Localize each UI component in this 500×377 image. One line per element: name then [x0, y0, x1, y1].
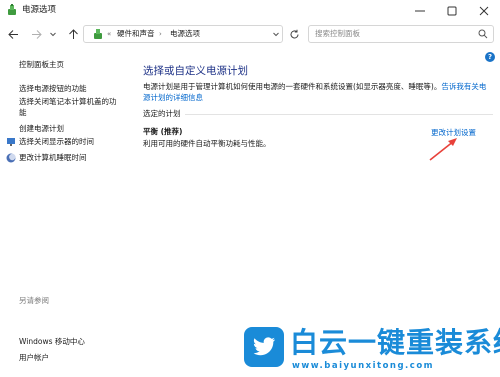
power-options-icon — [94, 29, 102, 39]
minimize-icon — [415, 10, 425, 12]
sidebar-item-display-off[interactable]: 选择关闭显示器的时间 — [19, 136, 94, 147]
up-button[interactable] — [66, 27, 80, 41]
search-input[interactable]: 搜索控制面板 — [308, 25, 494, 43]
sidebar-item-create-plan[interactable]: 创建电源计划 — [19, 123, 64, 134]
watermark-title: 白云一键重装系统 — [290, 326, 500, 359]
forward-button[interactable] — [29, 27, 43, 41]
arrow-up-icon — [68, 28, 78, 39]
refresh-button[interactable] — [287, 27, 301, 41]
power-options-app-icon — [8, 4, 16, 15]
navigation-bar: « 硬件和声音 › 电源选项 搜索控制面板 — [0, 22, 500, 48]
plan-description: 利用可用的硬件自动平衡功耗与性能。 — [143, 139, 271, 148]
sidebar-item-sleep-time[interactable]: 更改计算机睡眠时间 — [19, 152, 87, 163]
sleep-moon-icon — [6, 153, 16, 163]
see-also-user-accounts[interactable]: 用户帐户 — [19, 352, 49, 363]
see-also-heading: 另请参阅 — [19, 296, 49, 305]
refresh-icon — [290, 29, 298, 38]
watermark: 白云一键重装系统 www.baiyunxitong.com — [244, 325, 500, 377]
address-bar[interactable]: « 硬件和声音 › 电源选项 — [83, 25, 283, 43]
back-button[interactable] — [6, 27, 20, 41]
arrow-right-icon — [31, 29, 42, 39]
breadcrumb-hardware-and-sound[interactable]: 硬件和声音 — [117, 28, 155, 40]
section-label: 选定的计划 — [143, 108, 185, 119]
title-bar: 电源选项 — [0, 0, 500, 22]
power-options-window: 电源选项 « 硬件和声音 › 电源选项 搜索控制面板 ? 控制面板主页 选择电源… — [0, 0, 500, 377]
breadcrumb-overflow[interactable]: « — [107, 28, 111, 40]
selected-plan-section: 选定的计划 — [143, 108, 493, 119]
sidebar-item-lid-close[interactable]: 选择关闭笔记本计算机盖的功 — [19, 96, 117, 107]
page-description: 电源计划是用于管理计算机如何使用电源的一套硬件和系统设置(如显示器亮度、睡眠等)… — [143, 81, 493, 103]
twitter-bird-logo-icon — [244, 327, 284, 367]
maximize-icon — [447, 6, 457, 16]
search-placeholder: 搜索控制面板 — [315, 29, 360, 38]
see-also-windows-mobility-center[interactable]: Windows 移动中心 — [19, 336, 85, 347]
plan-name-balanced[interactable]: 平衡 (推荐) — [143, 126, 182, 137]
minimize-button[interactable] — [404, 0, 436, 22]
page-title: 选择或自定义电源计划 — [143, 65, 248, 77]
maximize-button[interactable] — [436, 0, 468, 22]
sidebar-item-lid-close-cont[interactable]: 能 — [19, 107, 27, 118]
display-shield-icon — [7, 138, 15, 146]
breadcrumb-power-options[interactable]: 电源选项 — [170, 28, 200, 40]
sidebar-item-power-button[interactable]: 选择电源按钮的功能 — [19, 83, 87, 94]
close-icon — [479, 6, 489, 16]
left-navigation-pane: 控制面板主页 选择电源按钮的功能 选择关闭笔记本计算机盖的功 能 创建电源计划 … — [0, 50, 135, 377]
search-icon — [478, 29, 488, 39]
window-title: 电源选项 — [22, 5, 57, 15]
watermark-url: www.baiyunxitong.com — [292, 361, 435, 371]
address-dropdown-icon[interactable] — [272, 30, 280, 38]
recent-locations-button[interactable] — [48, 27, 58, 41]
annotation-arrow-icon — [429, 138, 457, 161]
control-panel-home-link[interactable]: 控制面板主页 — [19, 59, 64, 70]
section-divider — [143, 114, 493, 115]
arrow-left-icon — [7, 29, 18, 39]
chevron-down-icon — [50, 32, 56, 37]
close-button[interactable] — [468, 0, 500, 22]
breadcrumb-chevron-icon[interactable]: › — [159, 28, 162, 40]
description-text: 电源计划是用于管理计算机如何使用电源的一套硬件和系统设置(如显示器亮度、睡眠等)… — [143, 82, 442, 91]
